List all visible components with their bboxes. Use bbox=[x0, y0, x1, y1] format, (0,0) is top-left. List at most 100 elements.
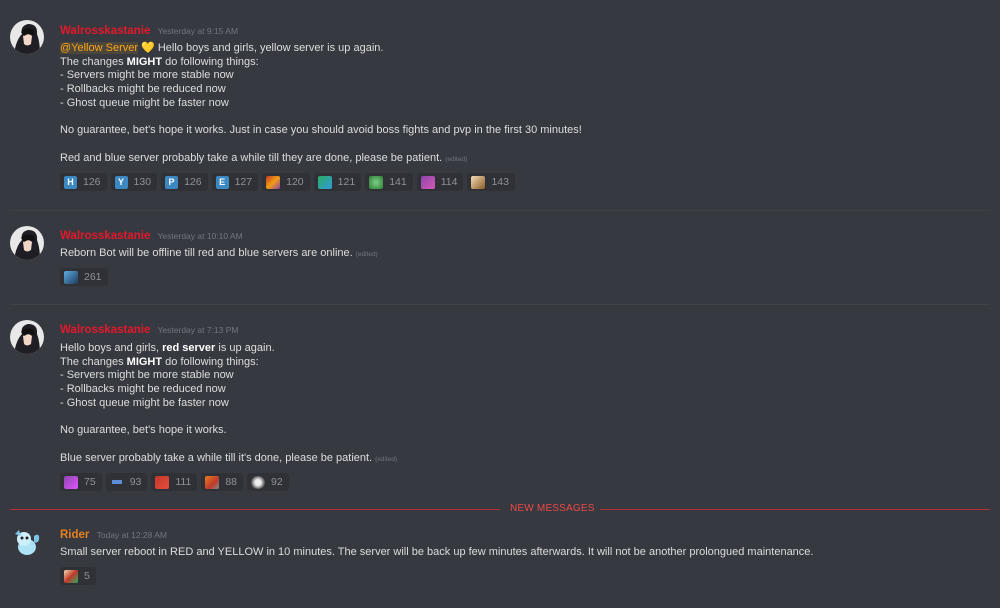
user-avatar[interactable] bbox=[10, 20, 44, 54]
message-header: Rider Today at 12:28 AM bbox=[60, 529, 167, 541]
role-mention[interactable]: @Yellow Server bbox=[60, 42, 139, 54]
reaction-count: 143 bbox=[491, 176, 509, 188]
reaction-count: 111 bbox=[175, 476, 192, 488]
reaction-count: 88 bbox=[225, 476, 238, 488]
reaction-count: 127 bbox=[234, 176, 253, 188]
bold-text: MIGHT bbox=[126, 355, 163, 368]
reactions-bar: 261 bbox=[60, 268, 108, 286]
message-content: Reborn Bot will be offline till red and … bbox=[60, 247, 378, 262]
username[interactable]: Walrosskastanie bbox=[60, 324, 150, 336]
custom-emoji-5-icon bbox=[471, 175, 486, 189]
custom-emoji-10-icon bbox=[205, 475, 220, 489]
reactions-bar: H 126 Y 130 P 126 E 127 120 121 141 114 143 bbox=[60, 173, 515, 191]
reaction-count: 120 bbox=[286, 176, 304, 188]
custom-emoji-4-icon bbox=[420, 175, 435, 189]
reaction-count: 121 bbox=[337, 176, 356, 188]
regional-indicator-e-icon: E bbox=[215, 175, 229, 189]
custom-emoji-8-icon bbox=[109, 480, 124, 484]
message-text: Hello boys and girls, yellow server is u… bbox=[154, 42, 384, 54]
reaction-e[interactable]: E 127 bbox=[211, 173, 259, 191]
bullet-line: - Rollbacks might be reduced now bbox=[60, 83, 226, 96]
custom-emoji-2-icon bbox=[317, 175, 332, 189]
bullet-line: - Rollbacks might be reduced now bbox=[60, 383, 226, 396]
message-text: Reborn Bot will be offline till red and … bbox=[60, 247, 353, 259]
dark-haired-character-avatar-icon bbox=[10, 320, 44, 354]
username[interactable]: Walrosskastanie bbox=[60, 25, 150, 37]
reaction-custom-11[interactable]: 92 bbox=[247, 473, 289, 491]
reaction-custom-2[interactable]: 121 bbox=[313, 173, 362, 191]
user-avatar[interactable] bbox=[10, 526, 44, 560]
reaction-custom-10[interactable]: 88 bbox=[201, 473, 244, 491]
message-content: Small server reboot in RED and YELLOW in… bbox=[60, 546, 813, 560]
bold-text: MIGHT bbox=[126, 55, 163, 68]
regional-indicator-h-icon: H bbox=[64, 175, 77, 189]
regional-indicator-p-icon: P bbox=[165, 175, 179, 189]
reaction-count: 5 bbox=[84, 570, 90, 582]
timestamp: Yesterday at 10:10 AM bbox=[157, 231, 243, 241]
user-avatar[interactable] bbox=[10, 226, 44, 260]
message-text: Blue server probably take a while till i… bbox=[60, 451, 373, 464]
message-text: is up again. bbox=[215, 342, 275, 354]
reaction-y[interactable]: Y 130 bbox=[110, 173, 158, 191]
reaction-count: 126 bbox=[184, 176, 202, 188]
reaction-h[interactable]: H 126 bbox=[60, 173, 107, 191]
reaction-custom-4[interactable]: 114 bbox=[416, 173, 464, 191]
reaction-custom-6[interactable]: 261 bbox=[60, 268, 108, 286]
custom-emoji-1-icon bbox=[266, 175, 281, 189]
reaction-count: 141 bbox=[389, 176, 407, 188]
divider-line bbox=[600, 509, 990, 510]
blue-creature-avatar-icon bbox=[10, 526, 44, 560]
reaction-count: 130 bbox=[133, 176, 152, 188]
bold-text: red server bbox=[162, 342, 216, 354]
bullet-line: - Servers might be more stable now bbox=[60, 369, 234, 382]
message-text: No guarantee, bet's hope it works. Just … bbox=[60, 124, 582, 137]
yellow-heart-icon: 💛 bbox=[141, 42, 155, 54]
edited-label: (edited) bbox=[375, 455, 398, 463]
message-text: No guarantee, bet's hope it works. bbox=[60, 424, 227, 437]
bullet-line: - Ghost queue might be faster now bbox=[60, 96, 229, 109]
regional-indicator-y-icon: Y bbox=[114, 175, 128, 189]
edited-label: (edited) bbox=[445, 155, 468, 163]
timestamp: Today at 12:28 AM bbox=[96, 530, 168, 540]
custom-emoji-3-icon bbox=[369, 175, 384, 189]
reaction-count: 93 bbox=[129, 476, 142, 488]
reaction-custom-8[interactable]: 93 bbox=[105, 473, 148, 491]
user-avatar[interactable] bbox=[10, 320, 44, 354]
message-text: Small server reboot in RED and YELLOW in… bbox=[60, 546, 814, 558]
message-divider bbox=[10, 210, 990, 211]
dark-haired-character-avatar-icon bbox=[10, 226, 44, 260]
edited-label: (edited) bbox=[355, 251, 378, 258]
username[interactable]: Walrosskastanie bbox=[60, 230, 150, 242]
reaction-custom-5[interactable]: 143 bbox=[467, 173, 515, 191]
reactions-bar: 75 93 111 88 92 bbox=[60, 473, 289, 491]
reaction-count: 75 bbox=[84, 476, 96, 488]
custom-emoji-7-icon bbox=[64, 475, 78, 489]
message-text: Hello boys and girls, bbox=[60, 342, 163, 354]
new-messages-divider: NEW MESSAGES bbox=[0, 503, 1000, 514]
message-text: Red and blue server probably take a whil… bbox=[60, 151, 443, 164]
message-content: Hello boys and girls, red server is up a… bbox=[60, 342, 397, 466]
custom-emoji-12-icon bbox=[64, 569, 78, 583]
reaction-p[interactable]: P 126 bbox=[161, 173, 208, 191]
reaction-custom-1[interactable]: 120 bbox=[262, 173, 310, 191]
reaction-custom-3[interactable]: 141 bbox=[365, 173, 413, 191]
reaction-custom-12[interactable]: 5 bbox=[60, 567, 96, 585]
reaction-custom-7[interactable]: 75 bbox=[60, 473, 102, 491]
reaction-count: 126 bbox=[83, 176, 101, 188]
reaction-custom-9[interactable]: 111 bbox=[151, 473, 198, 491]
dark-haired-character-avatar-icon bbox=[10, 20, 44, 54]
message-header: Walrosskastanie Yesterday at 9:15 AM bbox=[60, 25, 238, 37]
message-text: do following things: bbox=[162, 55, 259, 68]
bullet-line: - Ghost queue might be faster now bbox=[60, 396, 229, 409]
message-text: do following things: bbox=[162, 355, 259, 368]
reactions-bar: 5 bbox=[60, 567, 96, 585]
custom-emoji-6-icon bbox=[64, 270, 78, 284]
custom-emoji-9-icon bbox=[155, 475, 170, 489]
message-divider bbox=[10, 304, 990, 305]
new-messages-label: NEW MESSAGES bbox=[510, 503, 595, 514]
message-text: The changes bbox=[60, 355, 127, 368]
username[interactable]: Rider bbox=[60, 529, 89, 541]
reaction-count: 114 bbox=[440, 176, 458, 188]
message-content: @Yellow Server 💛 Hello boys and girls, y… bbox=[60, 42, 582, 166]
custom-emoji-11-icon bbox=[251, 475, 266, 489]
